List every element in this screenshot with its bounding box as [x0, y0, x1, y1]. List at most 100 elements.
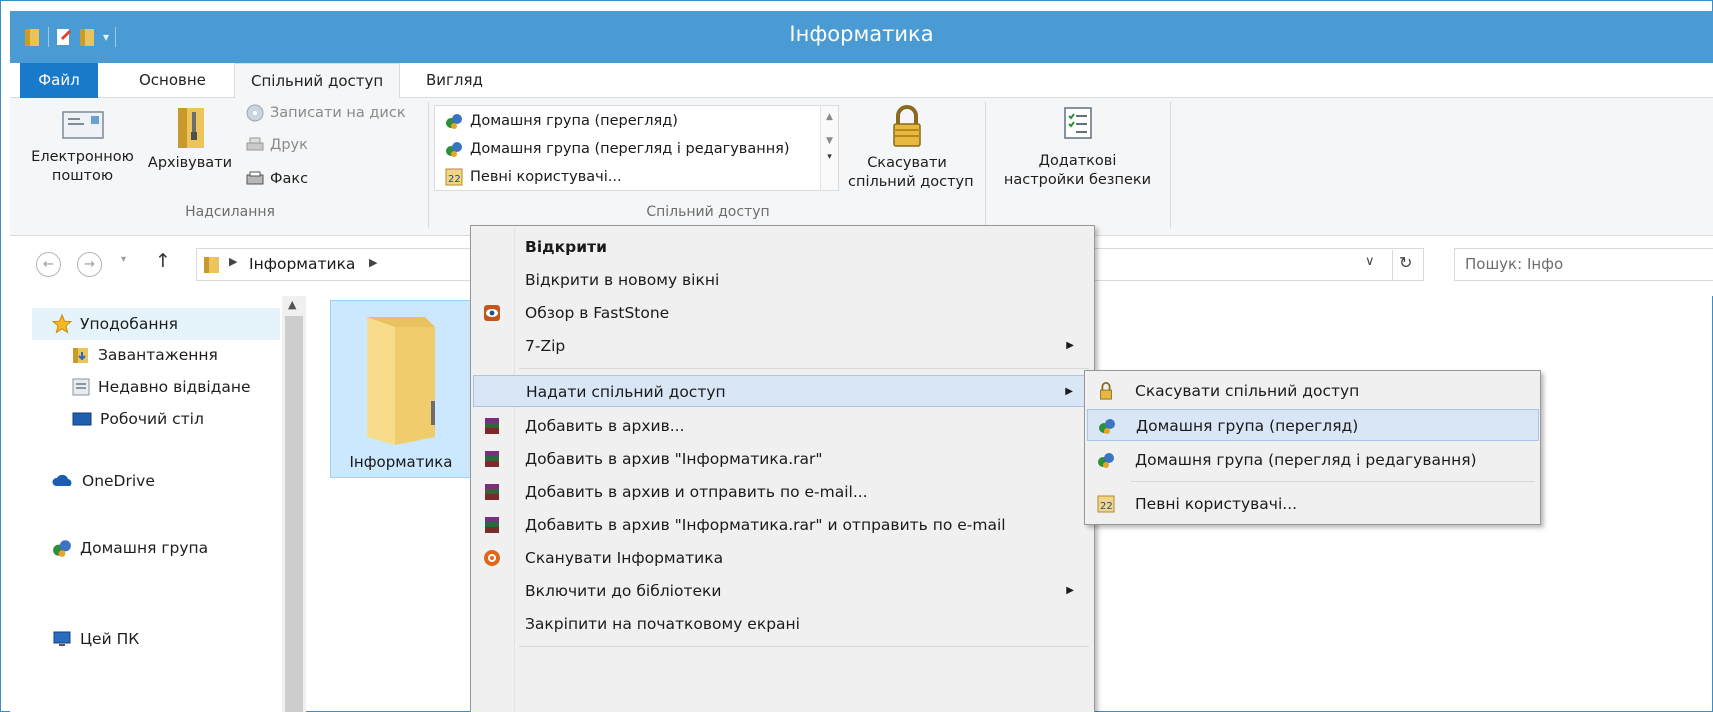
menu-separator [519, 368, 1089, 369]
address-divider [1392, 250, 1393, 280]
submenu-item-specific-people[interactable]: 22 Певні користувачі... [1087, 488, 1539, 520]
ribbon-divider [1170, 102, 1171, 228]
menu-item-add-archive[interactable]: Добавить в архив... [473, 410, 1092, 442]
nav-scrollbar-thumb[interactable] [285, 316, 303, 712]
svg-text:22: 22 [448, 174, 461, 185]
homegroup-icon [446, 142, 462, 157]
email-button[interactable]: Електронною поштою [30, 104, 135, 194]
winrar-icon [485, 418, 499, 434]
computer-icon [53, 631, 71, 646]
menu-item-faststone[interactable]: Обзор в FastStone [473, 297, 1092, 329]
back-arrow-icon: ← [43, 257, 54, 272]
menu-item-label: Сканувати Інформатика [525, 549, 724, 567]
tab-home[interactable]: Основне [123, 63, 222, 98]
navigation-pane: ▲ Уподобання Завантаження Недавно відвід… [10, 296, 306, 712]
share-with-gallery[interactable]: Домашня група (перегляд) Домашня група (… [434, 105, 839, 191]
burn-disc-button[interactable]: Записати на диск [246, 104, 406, 122]
menu-item-label: Скасувати спільний доступ [1135, 382, 1360, 400]
homegroup-icon [1099, 419, 1115, 434]
desktop-icon [72, 412, 92, 426]
breadcrumb-separator-icon[interactable]: ▶ [369, 256, 377, 269]
nav-item-label: OneDrive [82, 472, 155, 490]
menu-item-include-library[interactable]: Включити до бібліотеки ▶ [473, 575, 1092, 607]
nav-item-label: Недавно відвідане [98, 378, 251, 396]
nav-item-homegroup[interactable]: Домашня група [52, 538, 208, 558]
breadcrumb-item[interactable]: Інформатика [249, 255, 355, 273]
lock-icon [1100, 382, 1112, 400]
advanced-security-button[interactable]: Додаткові настройки безпеки [990, 104, 1165, 194]
nav-item-thispc[interactable]: Цей ПК [52, 630, 139, 648]
address-dropdown-icon[interactable]: ∨ [1365, 254, 1375, 269]
menu-item-add-email[interactable]: Добавить в архив и отправить по e-mail..… [473, 476, 1092, 508]
print-button[interactable]: Друк [246, 136, 308, 154]
submenu-item-homegroup-view[interactable]: Домашня група (перегляд) [1087, 409, 1539, 441]
disc-icon [246, 104, 264, 122]
share-with-submenu: Скасувати спільний доступ Домашня група … [1084, 370, 1541, 525]
menu-item-scan[interactable]: Сканувати Інформатика [473, 542, 1092, 574]
breadcrumb-separator-icon[interactable]: ▶ [229, 255, 237, 268]
window-title: Інформатика [789, 22, 934, 46]
faststone-eye-icon [484, 305, 500, 321]
menu-item-7zip[interactable]: 7-Zip ▶ [473, 330, 1092, 362]
submenu-item-homegroup-edit[interactable]: Домашня група (перегляд і редагування) [1087, 444, 1539, 476]
gallery-item-homegroup-edit[interactable]: Домашня група (перегляд і редагування) [445, 140, 790, 158]
gallery-item-homegroup-view[interactable]: Домашня група (перегляд) [445, 112, 678, 130]
refresh-icon[interactable]: ↻ [1399, 253, 1412, 272]
nav-item-favorites[interactable]: Уподобання [52, 314, 178, 334]
folder-item[interactable]: Інформатика [330, 300, 490, 478]
ribbon-divider [985, 102, 986, 228]
nav-item-downloads[interactable]: Завантаження [72, 346, 218, 364]
forward-button[interactable]: → [77, 252, 102, 277]
fax-button[interactable]: Факс [246, 170, 308, 188]
menu-item-add-rar-email[interactable]: Добавить в архив "Інформатика.rar" и отп… [473, 509, 1092, 541]
menu-item-label: Закріпити на початковому екрані [525, 615, 800, 633]
context-menu: Відкрити Відкрити в новому вікні Обзор в… [470, 225, 1095, 712]
recent-locations-icon[interactable]: ▾ [121, 254, 126, 265]
stop-sharing-label: Скасувати спільний доступ [848, 155, 974, 190]
advanced-security-label: Додаткові настройки безпеки [1003, 153, 1152, 188]
gallery-expand-icon[interactable]: ▾ [821, 152, 838, 162]
tab-share[interactable]: Спільний доступ [234, 63, 401, 99]
submenu-arrow-icon: ▶ [1066, 340, 1074, 351]
menu-item-label: Добавить в архив "Інформатика.rar" [525, 450, 823, 468]
up-arrow-icon[interactable]: ↑ [155, 250, 171, 272]
nav-item-label: Цей ПК [80, 630, 140, 648]
gallery-item-label: Певні користувачі... [470, 169, 622, 185]
gallery-scrollbar[interactable]: ▲ ▼ ▾ [820, 106, 838, 190]
nav-item-desktop[interactable]: Робочий стіл [72, 410, 204, 428]
winrar-icon [485, 451, 499, 467]
forward-arrow-icon: → [84, 257, 95, 272]
checklist-icon [1063, 107, 1092, 139]
tab-view[interactable]: Вигляд [410, 63, 499, 98]
nav-item-onedrive[interactable]: OneDrive [52, 472, 155, 490]
scroll-down-icon[interactable]: ▼ [821, 136, 838, 146]
submenu-item-stop-sharing[interactable]: Скасувати спільний доступ [1087, 375, 1539, 407]
cloud-icon [52, 474, 72, 486]
scroll-up-icon[interactable]: ▲ [288, 298, 296, 311]
back-button[interactable]: ← [36, 252, 61, 277]
menu-item-open[interactable]: Відкрити [473, 231, 1092, 263]
menu-item-open-new-window[interactable]: Відкрити в новому вікні [473, 264, 1092, 296]
stop-sharing-button[interactable]: Скасувати спільний доступ [848, 104, 974, 194]
gallery-item-specific-people[interactable]: 22 Певні користувачі... [445, 168, 622, 186]
menu-item-share-with[interactable]: Надати спільний доступ ▶ [473, 375, 1092, 407]
antivirus-icon [484, 550, 500, 566]
menu-item-pin-start[interactable]: Закріпити на початковому екрані [473, 608, 1092, 640]
ribbon-divider [428, 102, 429, 228]
scroll-up-icon[interactable]: ▲ [821, 112, 838, 122]
menu-item-label: Добавить в архив "Інформатика.rar" и отп… [525, 516, 1006, 534]
winrar-icon [485, 517, 499, 533]
homegroup-icon [53, 540, 71, 557]
print-label: Друк [270, 137, 308, 153]
menu-item-label: Включити до бібліотеки [525, 582, 722, 600]
send-group-label: Надсилання [185, 204, 275, 220]
title-bar[interactable]: ▾ Інформатика [10, 11, 1713, 63]
ribbon: Електронною поштою Архівувати Записати н… [10, 98, 1713, 236]
tab-file[interactable]: Файл [20, 63, 98, 99]
zip-button[interactable]: Архівувати [140, 104, 240, 194]
nav-item-recent[interactable]: Недавно відвідане [72, 378, 251, 396]
users-icon: 22 [445, 168, 463, 186]
menu-item-label: Відкрити в новому вікні [525, 271, 720, 289]
menu-item-add-rar[interactable]: Добавить в архив "Інформатика.rar" [473, 443, 1092, 475]
search-input[interactable]: Пошук: Інфо [1454, 248, 1713, 281]
